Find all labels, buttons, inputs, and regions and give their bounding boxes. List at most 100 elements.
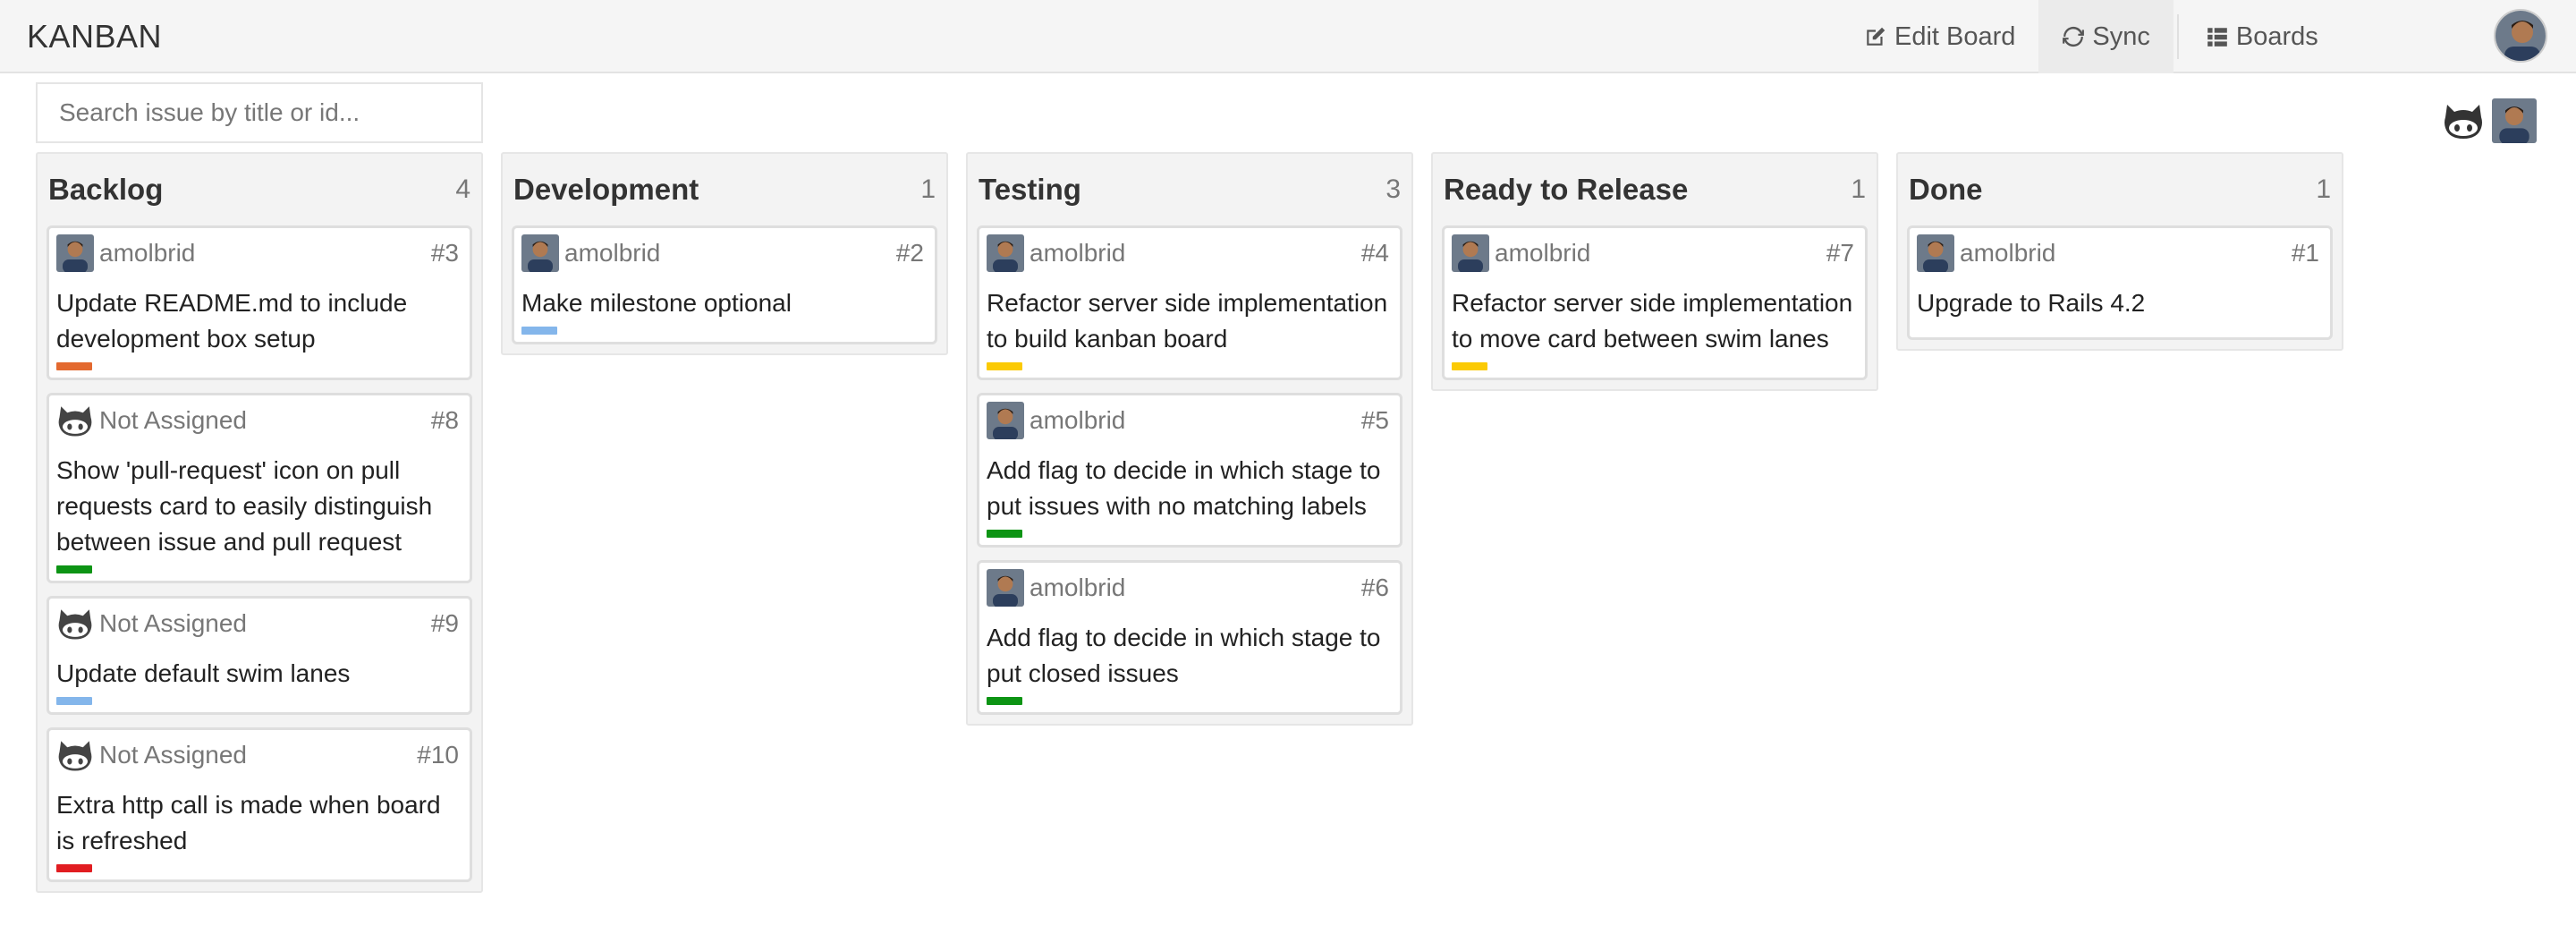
user-avatar[interactable] xyxy=(2494,9,2547,63)
issue-label xyxy=(987,362,1022,370)
lane-header: Development 1 xyxy=(512,154,937,225)
swim-lane-testing: Testing 3 amolbrid #4 Refactor server si… xyxy=(966,152,1413,726)
assignee-name: Not Assigned xyxy=(99,741,247,769)
board-members xyxy=(2442,98,2537,143)
issue-label xyxy=(987,697,1022,705)
issue-number[interactable]: #6 xyxy=(1361,573,1393,602)
issue-number[interactable]: #7 xyxy=(1826,239,1858,268)
issue-number[interactable]: #9 xyxy=(431,609,462,638)
swim-lane-done: Done 1 amolbrid #1 Upgrade to Rails 4.2 xyxy=(1896,152,2343,351)
boards-label: Boards xyxy=(2235,21,2318,51)
assignee-avatar xyxy=(1452,234,1489,272)
issue-title: Update README.md to include development … xyxy=(56,289,408,353)
card-header: amolbrid #7 xyxy=(1452,234,1858,273)
github-octocat-icon xyxy=(56,402,94,439)
issue-label xyxy=(521,327,557,335)
issue-card[interactable]: amolbrid #5 Add flag to decide in which … xyxy=(977,393,1402,548)
assignee-name: amolbrid xyxy=(1960,239,2056,267)
issue-card[interactable]: amolbrid #1 Upgrade to Rails 4.2 xyxy=(1907,225,2333,340)
issue-label xyxy=(1452,362,1487,370)
issue-card[interactable]: Not Assigned #8 Show 'pull-request' icon… xyxy=(47,393,472,583)
swim-lane-ready-to-release: Ready to Release 1 amolbrid #7 Refactor … xyxy=(1431,152,1878,391)
card-header: amolbrid #5 xyxy=(987,401,1393,440)
issue-card[interactable]: amolbrid #6 Add flag to decide in which … xyxy=(977,560,1402,715)
issue-number[interactable]: #2 xyxy=(896,239,928,268)
assignee-name: amolbrid xyxy=(1030,239,1126,267)
issue-card[interactable]: amolbrid #7 Refactor server side impleme… xyxy=(1442,225,1868,380)
card-list: amolbrid #4 Refactor server side impleme… xyxy=(977,225,1402,715)
lane-header: Backlog 4 xyxy=(47,154,472,225)
issue-number[interactable]: #5 xyxy=(1361,406,1393,435)
issue-title: Make milestone optional xyxy=(521,289,792,317)
card-list: amolbrid #7 Refactor server side impleme… xyxy=(1442,225,1868,380)
card-header: Not Assigned #10 xyxy=(56,735,462,775)
issue-card[interactable]: amolbrid #4 Refactor server side impleme… xyxy=(977,225,1402,380)
issue-number[interactable]: #8 xyxy=(431,406,462,435)
edit-board-label: Edit Board xyxy=(1894,21,2016,51)
boards-button[interactable]: Boards xyxy=(2182,0,2342,73)
swim-lane-development: Development 1 amolbrid #2 Make milestone… xyxy=(501,152,948,355)
swim-lane-backlog: Backlog 4 amolbrid #3 Update README.md t… xyxy=(36,152,483,893)
issue-title: Update default swim lanes xyxy=(56,659,351,687)
lane-count: 3 xyxy=(1385,174,1401,204)
member-avatar[interactable] xyxy=(2492,98,2537,143)
lane-header: Ready to Release 1 xyxy=(1442,154,1868,225)
sync-icon xyxy=(2063,26,2085,47)
github-octocat-icon xyxy=(56,605,94,642)
assignee-name: amolbrid xyxy=(1495,239,1591,267)
list-icon xyxy=(2207,28,2227,47)
assignee-name: Not Assigned xyxy=(99,609,247,637)
issue-label xyxy=(56,362,92,370)
lane-count: 1 xyxy=(1851,174,1866,204)
lane-title: Development xyxy=(513,173,699,206)
lane-title: Backlog xyxy=(48,173,164,206)
lane-header: Testing 3 xyxy=(977,154,1402,225)
lane-title: Ready to Release xyxy=(1444,173,1689,206)
issue-label xyxy=(987,530,1022,538)
nav-divider xyxy=(2176,14,2179,59)
issue-title: Refactor server side implementation to m… xyxy=(1452,289,1853,353)
issue-title: Add flag to decide in which stage to put… xyxy=(987,624,1381,687)
assignee-name: amolbrid xyxy=(99,239,196,267)
lane-title: Testing xyxy=(979,173,1081,206)
card-list: amolbrid #3 Update README.md to include … xyxy=(47,225,472,882)
assignee-name: amolbrid xyxy=(564,239,661,267)
lane-count: 1 xyxy=(2316,174,2331,204)
issue-card[interactable]: Not Assigned #10 Extra http call is made… xyxy=(47,727,472,882)
issue-number[interactable]: #3 xyxy=(431,239,462,268)
edit-board-button[interactable]: Edit Board xyxy=(1841,0,2038,73)
sync-label: Sync xyxy=(2092,21,2150,51)
issue-card[interactable]: amolbrid #2 Make milestone optional xyxy=(512,225,937,344)
assignee-avatar xyxy=(56,234,94,272)
issue-card[interactable]: Not Assigned #9 Update default swim lane… xyxy=(47,596,472,715)
lane-count: 4 xyxy=(455,174,470,204)
lane-header: Done 1 xyxy=(1907,154,2333,225)
assignee-avatar xyxy=(987,234,1024,272)
issue-title: Add flag to decide in which stage to put… xyxy=(987,456,1381,520)
assignee-name: amolbrid xyxy=(1030,406,1126,434)
issue-number[interactable]: #1 xyxy=(2292,239,2323,268)
github-octocat-icon[interactable] xyxy=(2442,101,2485,140)
card-header: amolbrid #1 xyxy=(1917,234,2323,273)
issue-label xyxy=(56,864,92,872)
card-header: amolbrid #2 xyxy=(521,234,928,273)
navbar: KANBAN Edit Board Sync Boards xyxy=(0,0,2576,73)
assignee-avatar xyxy=(987,402,1024,439)
card-list: amolbrid #2 Make milestone optional xyxy=(512,225,937,344)
issue-title: Upgrade to Rails 4.2 xyxy=(1917,289,2146,317)
card-header: amolbrid #4 xyxy=(987,234,1393,273)
assignee-name: Not Assigned xyxy=(99,406,247,434)
github-octocat-icon xyxy=(56,736,94,774)
card-list: amolbrid #1 Upgrade to Rails 4.2 xyxy=(1907,225,2333,340)
issue-number[interactable]: #10 xyxy=(417,741,462,769)
issue-card[interactable]: amolbrid #3 Update README.md to include … xyxy=(47,225,472,380)
lane-title: Done xyxy=(1909,173,1983,206)
sync-button[interactable]: Sync xyxy=(2038,0,2174,73)
issue-label xyxy=(1917,327,1953,330)
search-input[interactable] xyxy=(36,82,483,143)
card-header: Not Assigned #9 xyxy=(56,604,462,643)
issue-number[interactable]: #4 xyxy=(1361,239,1393,268)
assignee-name: amolbrid xyxy=(1030,573,1126,601)
brand-title[interactable]: KANBAN xyxy=(27,18,162,55)
lane-count: 1 xyxy=(920,174,936,204)
